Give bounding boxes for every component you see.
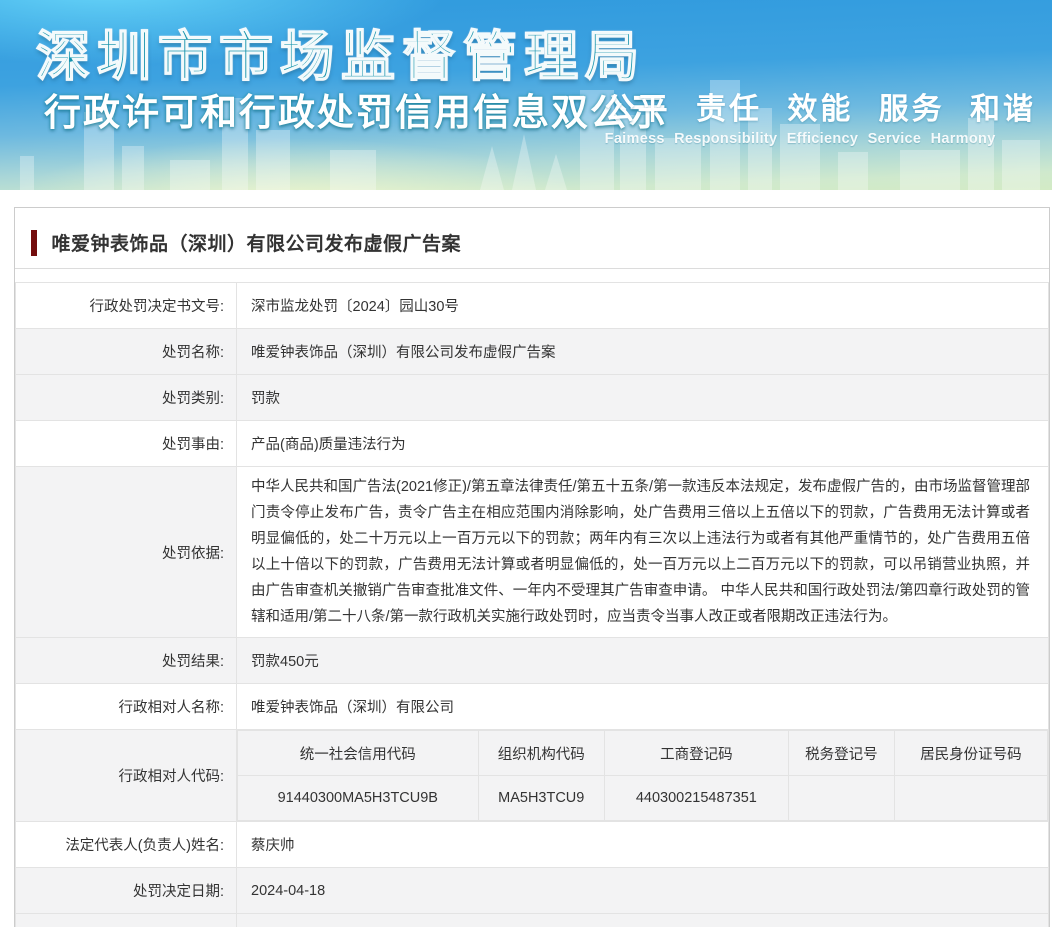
penalty-info-table: 行政处罚决定书文号: 深市监龙处罚〔2024〕园山30号 处罚名称: 唯爱钟表饰… (15, 282, 1049, 927)
code-value: 91440300MA5H3TCU9B (237, 775, 479, 821)
code-value: MA5H3TCU9 (477, 775, 605, 821)
field-label: 行政相对人名称: (15, 683, 237, 730)
table-row-codes: 行政相对人代码: 统一社会信用代码 组织机构代码 工商登记码 税务登记号 居民身… (15, 729, 1049, 822)
table-row: 行政相对人名称: 唯爱钟表饰品（深圳）有限公司 (15, 683, 1049, 730)
table-row: 法定代表人(负责人)姓名: 蔡庆帅 (15, 821, 1049, 868)
field-value: 统一社会信用代码 组织机构代码 工商登记码 税务登记号 居民身份证号码 9144… (236, 729, 1049, 822)
table-row: 处罚决定日期: 2024-04-18 (15, 867, 1049, 914)
field-label: 处罚事由: (15, 420, 237, 467)
code-header: 统一社会信用代码 (237, 730, 479, 776)
field-value: 深圳市市场监督管理局龙岗监管局 (236, 913, 1049, 927)
table-row: 处罚依据: 中华人民共和国广告法(2021修正)/第五章法律责任/第五十五条/第… (15, 466, 1049, 638)
code-header: 工商登记码 (603, 730, 789, 776)
agency-title: 深圳市市场监督管理局 (35, 26, 646, 88)
code-header: 税务登记号 (787, 730, 895, 776)
field-label: 处罚类别: (15, 374, 237, 421)
field-value: 罚款 (236, 374, 1049, 421)
field-label: 处罚依据: (15, 466, 237, 638)
field-label: 处罚结果: (15, 637, 237, 684)
title-accent-bar (31, 230, 37, 256)
field-value: 罚款450元 (236, 637, 1049, 684)
field-value: 产品(商品)质量违法行为 (236, 420, 1049, 467)
field-label: 行政处罚决定书文号: (15, 282, 237, 329)
code-header: 组织机构代码 (477, 730, 605, 776)
site-banner: 深圳市市场监督管理局 行政许可和行政处罚信用信息双公示 公平 责任 效能 服务 … (0, 0, 1052, 190)
table-row: 处罚结果: 罚款450元 (15, 637, 1049, 684)
code-value (787, 775, 895, 821)
table-row: 处罚机关: 深圳市市场监督管理局龙岗监管局 (15, 913, 1049, 927)
field-value: 唯爱钟表饰品（深圳）有限公司发布虚假广告案 (236, 328, 1049, 375)
field-value: 蔡庆帅 (236, 821, 1049, 868)
page-title: 唯爱钟表饰品（深圳）有限公司发布虚假广告案 (51, 234, 461, 255)
code-table: 统一社会信用代码 组织机构代码 工商登记码 税务登记号 居民身份证号码 9144… (237, 730, 1049, 821)
slogan-english: Faimess Responsibility Efficiency Servic… (604, 131, 996, 147)
field-label: 法定代表人(负责人)姓名: (15, 821, 237, 868)
field-label: 处罚决定日期: (15, 867, 237, 914)
field-label: 行政相对人代码: (15, 729, 237, 822)
code-table-value-row: 91440300MA5H3TCU9B MA5H3TCU9 44030021548… (237, 775, 1049, 821)
field-label: 处罚名称: (15, 328, 237, 375)
code-table-header-row: 统一社会信用代码 组织机构代码 工商登记码 税务登记号 居民身份证号码 (237, 730, 1049, 776)
banner-subtitle: 行政许可和行政处罚信用信息双公示 (44, 92, 668, 133)
field-value: 中华人民共和国广告法(2021修正)/第五章法律责任/第五十五条/第一款违反本法… (236, 466, 1049, 638)
code-value: 440300215487351 (603, 775, 789, 821)
field-label: 处罚机关: (15, 913, 237, 927)
field-value: 深市监龙处罚〔2024〕园山30号 (236, 282, 1049, 329)
slogan-block: 公平 责任 效能 服务 和谐 Faimess Responsibility Ef… (605, 84, 1036, 147)
content-box: 唯爱钟表饰品（深圳）有限公司发布虚假广告案 行政处罚决定书文号: 深市监龙处罚〔… (14, 207, 1050, 927)
table-row: 处罚名称: 唯爱钟表饰品（深圳）有限公司发布虚假广告案 (15, 328, 1049, 375)
table-row: 处罚事由: 产品(商品)质量违法行为 (15, 420, 1049, 467)
table-row: 行政处罚决定书文号: 深市监龙处罚〔2024〕园山30号 (15, 282, 1049, 329)
table-row: 处罚类别: 罚款 (15, 374, 1049, 421)
slogan-chinese: 公平 责任 效能 服务 和谐 (604, 93, 1036, 126)
field-value: 2024-04-18 (236, 867, 1049, 914)
field-value: 唯爱钟表饰品（深圳）有限公司 (236, 683, 1049, 730)
document-title-bar: 唯爱钟表饰品（深圳）有限公司发布虚假广告案 (15, 208, 1049, 269)
code-header: 居民身份证号码 (893, 730, 1049, 776)
code-value (893, 775, 1049, 821)
